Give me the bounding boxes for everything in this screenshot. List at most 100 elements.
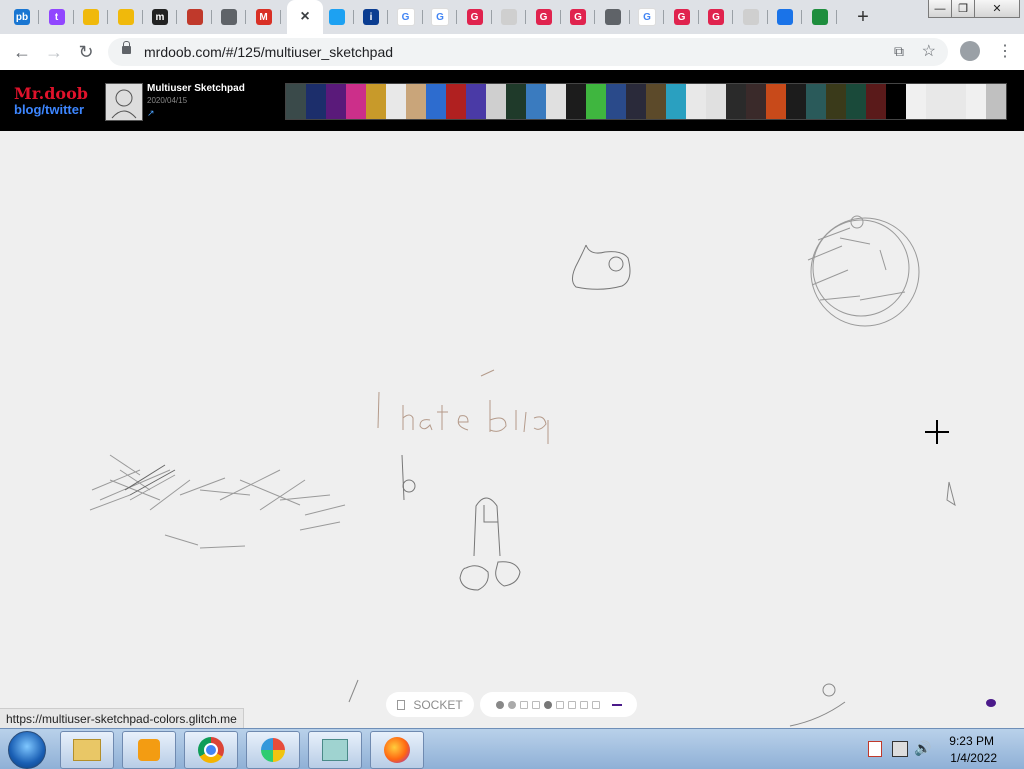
color-swatch-4[interactable] [543,700,552,709]
tab-0[interactable]: pb [8,5,39,29]
project-thumbnail-0[interactable] [286,84,306,119]
start-orb-icon[interactable] [8,731,46,769]
tab-20[interactable]: G [702,5,733,29]
lock-icon[interactable] [122,41,131,54]
tab-6[interactable] [215,5,246,29]
reload-icon[interactable]: ↻ [75,42,97,62]
tab-14[interactable] [495,5,526,29]
project-thumbnail-13[interactable] [546,84,566,119]
project-thumbnail-20[interactable] [686,84,706,119]
address-bar[interactable]: mrdoob.com/#/125/multiuser_sketchpad ⧉ ☆ [108,38,948,66]
url-text[interactable]: mrdoob.com/#/125/multiuser_sketchpad [144,44,393,60]
tab-15[interactable]: G [530,5,561,29]
project-thumbnail-29[interactable] [866,84,886,119]
tab-11[interactable]: G [392,5,423,29]
close-icon[interactable]: × [297,8,313,25]
tab-2[interactable] [77,5,108,29]
color-swatch-8[interactable] [591,700,600,709]
network-icon[interactable] [892,741,908,757]
tab-21[interactable] [737,5,768,29]
media-player-button[interactable] [122,731,176,769]
tab-16[interactable]: G [564,5,595,29]
pen-size-icon[interactable] [611,703,622,706]
color-swatch-6[interactable] [567,700,576,709]
minimize-button[interactable]: — [928,0,952,18]
project-thumbnail-10[interactable] [486,84,506,119]
tab-5[interactable] [181,5,212,29]
color-swatch-5[interactable] [555,700,564,709]
bookmark-star-icon[interactable]: ☆ [922,41,936,61]
firefox-button[interactable] [370,731,424,769]
tab-19[interactable]: G [668,5,699,29]
site-logo[interactable]: Mr.doob [14,84,88,103]
project-thumbnail-30[interactable] [886,84,906,119]
chrome-button[interactable] [184,731,238,769]
color-swatch-7[interactable] [579,700,588,709]
network-flag-icon[interactable] [868,741,882,757]
tab-12[interactable]: G [426,5,457,29]
project-thumbnail[interactable] [105,83,143,121]
project-thumbnail-14[interactable] [566,84,586,119]
close-window-button[interactable]: ✕ [974,0,1020,18]
project-thumbnail-3[interactable] [346,84,366,119]
project-thumbnail-28[interactable] [846,84,866,119]
project-thumbnail-21[interactable] [706,84,726,119]
project-thumbnail-15[interactable] [586,84,606,119]
project-thumbnail-1[interactable] [306,84,326,119]
tab-4[interactable]: m [146,5,177,29]
color-swatch-1[interactable] [507,700,516,709]
project-thumbnail-33[interactable] [946,84,966,119]
tab-18[interactable]: G [633,5,664,29]
project-thumbnail-2[interactable] [326,84,346,119]
new-tab-button[interactable]: + [852,6,874,28]
project-thumbnail-32[interactable] [926,84,946,119]
project-thumbnail-27[interactable] [826,84,846,119]
profile-avatar-icon[interactable] [960,41,980,61]
project-thumbnail-34[interactable] [966,84,986,119]
tab-10[interactable]: i [357,5,388,29]
color-swatch-3[interactable] [531,700,540,709]
tab-8[interactable]: × [287,0,323,34]
tab-23[interactable] [806,5,837,29]
volume-icon[interactable]: 🔊 [914,740,931,757]
project-thumbnail-22[interactable] [726,84,746,119]
project-thumbnail-19[interactable] [666,84,686,119]
forward-icon[interactable]: → [43,42,65,62]
blog-twitter-link[interactable]: blog/twitter [14,102,84,117]
project-thumbnail-18[interactable] [646,84,666,119]
project-thumbnail-26[interactable] [806,84,826,119]
project-thumbnail-36[interactable] [1006,84,1007,119]
back-icon[interactable]: ← [11,42,33,62]
project-thumbnail-17[interactable] [626,84,646,119]
tab-22[interactable] [771,5,802,29]
pen-color-indicator[interactable] [986,699,996,707]
notepad-button[interactable] [308,731,362,769]
tab-1[interactable]: t [43,5,74,29]
tab-17[interactable] [599,5,630,29]
sketch-canvas[interactable] [0,131,1024,728]
project-thumbnail-11[interactable] [506,84,526,119]
tab-13[interactable]: G [461,5,492,29]
project-thumbnail-12[interactable] [526,84,546,119]
project-thumbnail-4[interactable] [366,84,386,119]
project-thumbnail-9[interactable] [466,84,486,119]
project-thumbnail-25[interactable] [786,84,806,119]
menu-kebab-icon[interactable]: ⋮ [997,41,1013,61]
project-thumbnail-16[interactable] [606,84,626,119]
project-thumbnail-5[interactable] [386,84,406,119]
project-thumbnail-6[interactable] [406,84,426,119]
socket-toggle-button[interactable]: SOCKET [386,692,474,717]
maximize-button[interactable]: ❐ [951,0,975,18]
tab-3[interactable] [112,5,143,29]
project-thumbnail-23[interactable] [746,84,766,119]
external-link-icon[interactable]: ↗ [147,108,155,119]
project-thumbnail-31[interactable] [906,84,926,119]
project-thumbnail-24[interactable] [766,84,786,119]
share-icon[interactable]: ⧉ [894,43,904,60]
clock-time[interactable]: 9:23 PM [949,734,994,748]
project-thumbnail-7[interactable] [426,84,446,119]
color-swatch-0[interactable] [495,700,504,709]
color-swatch-2[interactable] [519,700,528,709]
file-explorer-button[interactable] [60,731,114,769]
tab-7[interactable]: M [250,5,281,29]
